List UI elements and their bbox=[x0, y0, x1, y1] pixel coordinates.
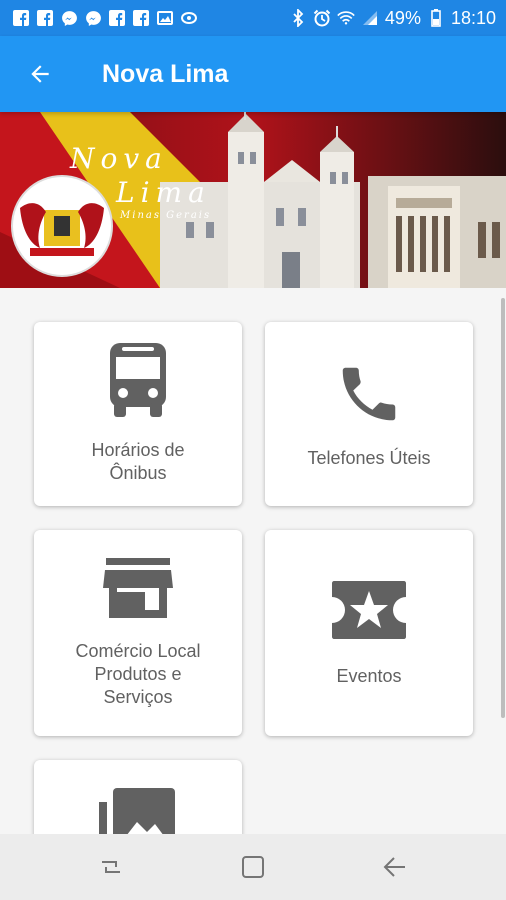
page-title: Nova Lima bbox=[102, 59, 229, 88]
home-button[interactable] bbox=[223, 842, 283, 892]
menu-card-label: Eventos bbox=[336, 665, 402, 686]
menu-card-horarios-onibus[interactable]: Horários de Ônibus bbox=[34, 322, 242, 506]
menu-card-comercio-local[interactable]: Comércio Local Produtos e Serviços bbox=[34, 530, 242, 736]
scrollbar[interactable] bbox=[501, 298, 505, 718]
messenger-icon bbox=[84, 9, 102, 27]
status-bar: 49% 18:10 bbox=[0, 0, 506, 36]
arrow-back-icon bbox=[31, 65, 49, 83]
menu-card-eventos[interactable]: Eventos bbox=[265, 530, 473, 736]
wifi-icon bbox=[337, 9, 355, 27]
alarm-icon bbox=[313, 9, 331, 27]
bus-icon bbox=[110, 343, 166, 417]
facebook-icon bbox=[132, 9, 150, 27]
menu-card-label: Telefones Úteis bbox=[307, 447, 431, 468]
menu-card-telefones-uteis[interactable]: Telefones Úteis bbox=[265, 322, 473, 506]
menu-card-label: Horários de Ônibus bbox=[91, 440, 185, 483]
banner-subtitle: Minas Gerais bbox=[119, 210, 211, 221]
signal-icon bbox=[361, 9, 379, 27]
menu-grid: Horários de Ônibus Telefones Úteis Comér… bbox=[0, 288, 506, 834]
banner-line2: Lima bbox=[115, 176, 211, 209]
battery-icon bbox=[427, 9, 445, 27]
menu-card-label: Comércio Local Produtos e Serviços bbox=[75, 640, 201, 707]
dot-icon bbox=[180, 9, 198, 27]
ticket-star-icon bbox=[332, 580, 406, 639]
system-navigation-bar bbox=[0, 834, 506, 900]
photo-library-icon bbox=[99, 788, 175, 834]
bluetooth-icon bbox=[289, 9, 307, 27]
image-icon bbox=[156, 9, 174, 27]
recents-icon bbox=[102, 861, 120, 873]
facebook-icon bbox=[36, 9, 54, 27]
phone-icon bbox=[342, 367, 396, 420]
nav-back-button[interactable] bbox=[365, 842, 425, 892]
store-icon bbox=[103, 557, 173, 618]
city-banner: Nova Lima Minas Gerais bbox=[0, 112, 506, 288]
banner-image: Nova Lima Minas Gerais bbox=[0, 112, 506, 288]
facebook-icon bbox=[108, 9, 126, 27]
app-bar: Nova Lima bbox=[0, 36, 506, 112]
back-icon bbox=[383, 857, 405, 877]
home-icon bbox=[242, 856, 264, 878]
recents-button[interactable] bbox=[81, 842, 141, 892]
battery-percent: 49% bbox=[384, 7, 421, 28]
facebook-icon bbox=[12, 9, 30, 27]
messenger-icon bbox=[60, 9, 78, 27]
banner-line1: Nova bbox=[69, 142, 168, 175]
notification-icons bbox=[12, 9, 198, 27]
clock: 18:10 bbox=[450, 7, 496, 28]
menu-card-galeria[interactable] bbox=[34, 760, 242, 834]
back-button[interactable] bbox=[0, 36, 80, 112]
